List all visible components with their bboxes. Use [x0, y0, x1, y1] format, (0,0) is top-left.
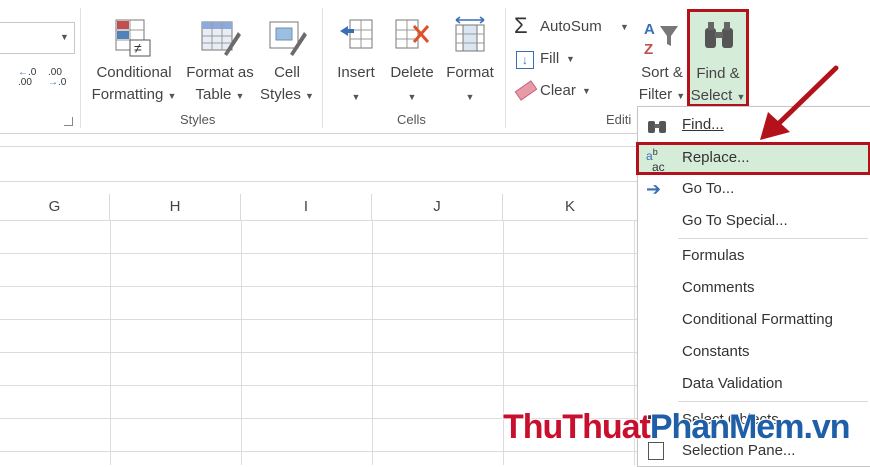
menu-item-label: Data Validation — [682, 375, 783, 392]
watermark: ThuThuatPhanMem.vn — [503, 408, 851, 447]
autosum-button[interactable]: Σ AutoSum ▼ — [512, 13, 630, 40]
menu-item-go-to[interactable]: ➔ Go To... — [638, 174, 870, 204]
menu-item-label: Conditional Formatting — [682, 311, 833, 328]
chevron-down-icon: ▼ — [736, 92, 746, 102]
chevron-down-icon: ▼ — [60, 32, 69, 42]
fill-label: Fill — [540, 50, 560, 67]
group-divider — [80, 8, 81, 128]
number-format-dropdown[interactable]: ▼ — [0, 22, 75, 54]
format-button[interactable]: Format ▼ — [442, 12, 498, 108]
format-cells-icon — [455, 16, 485, 52]
chevron-down-icon: ▼ — [620, 22, 629, 32]
delete-label: Delete — [390, 64, 434, 81]
menu-item-label: Comments — [682, 279, 755, 296]
editing-group-label: Editi — [606, 112, 632, 127]
fill-button[interactable]: ↓ Fill ▼ — [512, 46, 582, 72]
format-as-table-label-2: Table ▼ — [195, 86, 245, 103]
sort-filter-button[interactable]: A Z Sort & Filter ▼ — [636, 12, 688, 108]
conditional-formatting-label-2: Formatting ▼ — [91, 86, 177, 103]
replace-icon: ab ac — [646, 147, 665, 174]
delete-button[interactable]: Delete ▼ — [386, 12, 438, 108]
menu-item-label: Go To... — [682, 180, 735, 197]
cell-styles-button[interactable]: Cell Styles ▼ — [258, 12, 316, 108]
svg-text:A: A — [644, 21, 655, 38]
chevron-down-icon: ▼ — [351, 92, 361, 102]
fill-down-icon: ↓ — [516, 51, 534, 69]
sort-filter-icon: A Z — [644, 21, 678, 58]
insert-button[interactable]: Insert ▼ — [330, 12, 382, 108]
column-header-k[interactable]: K — [503, 194, 638, 221]
svg-text:Z: Z — [644, 41, 653, 58]
watermark-part-3: .vn — [803, 408, 850, 446]
clear-button[interactable]: Clear ▼ — [512, 78, 592, 104]
decrease-decimal-button[interactable]: .00 →.0 — [48, 68, 70, 92]
chevron-down-icon: ▼ — [566, 54, 575, 64]
group-divider — [505, 8, 506, 128]
increase-decimal-icon: ←.0.00 — [18, 67, 37, 88]
menu-item-comments[interactable]: Comments — [638, 273, 870, 303]
menu-item-constants[interactable]: Constants — [638, 337, 870, 367]
arrow-right-icon: ➔ — [646, 179, 662, 199]
find-select-label-2: Select ▼ — [690, 87, 746, 104]
find-select-button[interactable]: Find & Select ▼ — [687, 9, 749, 107]
menu-item-label: Constants — [682, 343, 750, 360]
format-as-table-label-1: Format as — [186, 64, 254, 81]
binoculars-icon — [648, 121, 666, 133]
menu-divider — [678, 401, 868, 402]
menu-item-formulas[interactable]: Formulas — [638, 241, 870, 271]
find-select-label-1: Find & — [696, 65, 740, 82]
styles-group-label: Styles — [180, 112, 216, 127]
conditional-formatting-button[interactable]: ≠ Conditional Formatting ▼ — [86, 12, 182, 108]
group-divider — [322, 8, 323, 128]
clear-label: Clear — [540, 82, 576, 99]
conditional-formatting-icon: ≠ — [115, 19, 151, 57]
menu-item-label: Replace... — [682, 149, 750, 166]
format-as-table-button[interactable]: Format as Table ▼ — [184, 12, 256, 108]
chevron-down-icon: ▼ — [465, 92, 475, 102]
menu-item-replace[interactable]: ab ac Replace... — [636, 142, 870, 175]
decrease-decimal-icon: .00 →.0 — [48, 67, 67, 88]
sigma-icon: Σ — [514, 13, 528, 38]
insert-label: Insert — [337, 64, 375, 81]
format-as-table-icon — [201, 21, 241, 56]
menu-divider — [678, 238, 868, 239]
column-header-i[interactable]: I — [241, 194, 372, 221]
annotation-arrow — [760, 65, 839, 140]
menu-item-data-validation[interactable]: Data Validation — [638, 369, 870, 399]
column-header-j[interactable]: J — [372, 194, 503, 221]
chevron-down-icon: ▼ — [407, 92, 417, 102]
cell-styles-label-1: Cell — [274, 64, 300, 81]
sort-filter-label-1: Sort & — [641, 64, 683, 81]
insert-cells-icon — [340, 19, 373, 49]
conditional-formatting-label-1: Conditional — [96, 64, 172, 81]
menu-item-label: Formulas — [682, 247, 745, 264]
chevron-down-icon: ▼ — [235, 91, 245, 101]
delete-cells-icon — [395, 19, 430, 49]
autosum-label: AutoSum — [540, 18, 602, 35]
menu-item-go-to-special[interactable]: Go To Special... — [638, 206, 870, 236]
eraser-icon — [514, 80, 538, 101]
chevron-down-icon: ▼ — [305, 91, 314, 101]
cells-group-label: Cells — [397, 112, 426, 127]
sort-filter-label-2: Filter ▼ — [638, 86, 686, 103]
menu-item-conditional-formatting[interactable]: Conditional Formatting — [638, 305, 870, 335]
binoculars-icon — [705, 22, 733, 48]
increase-decimal-button[interactable]: ←.0.00 — [18, 68, 40, 92]
chevron-down-icon: ▼ — [676, 91, 686, 101]
menu-item-label: Go To Special... — [682, 212, 788, 229]
watermark-part-2: PhanMem — [649, 408, 805, 446]
column-header-h[interactable]: H — [110, 194, 241, 221]
cell-styles-icon — [269, 21, 307, 56]
number-dialog-launcher-icon[interactable] — [64, 117, 73, 126]
menu-item-label: Find... — [682, 116, 724, 133]
watermark-part-1: ThuThuat — [503, 408, 651, 446]
chevron-down-icon: ▼ — [167, 91, 177, 101]
cell-styles-label-2: Styles ▼ — [260, 86, 314, 103]
column-header-g[interactable]: G — [0, 194, 110, 221]
chevron-down-icon: ▼ — [582, 86, 591, 96]
svg-text:≠: ≠ — [134, 40, 142, 56]
format-label: Format — [446, 64, 494, 81]
